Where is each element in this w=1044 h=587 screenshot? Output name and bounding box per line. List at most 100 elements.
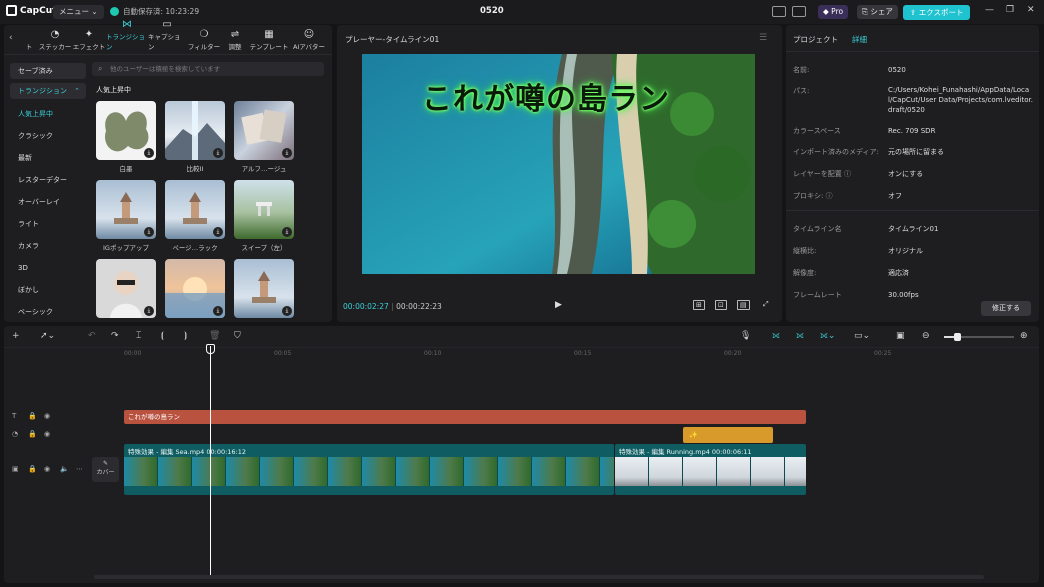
category-item[interactable]: 人気上昇中 bbox=[10, 103, 86, 125]
download-icon[interactable]: ⤓ bbox=[144, 148, 154, 158]
download-icon[interactable]: ⤓ bbox=[282, 148, 292, 158]
timeline-scrollbar[interactable] bbox=[94, 575, 984, 579]
capcut-window: CapCut メニュー ⌄ 自動保存済: 10:23:29 0520 ◆ Pro… bbox=[0, 0, 1044, 587]
thumbnail-label: 比較II bbox=[186, 165, 204, 173]
lock-icon[interactable]: 🔒 bbox=[28, 465, 37, 473]
chevron-left-icon[interactable]: ‹ bbox=[9, 33, 13, 43]
magnet-icon[interactable]: ⟗ bbox=[796, 331, 804, 341]
category-item[interactable]: レスターデター bbox=[10, 169, 86, 191]
split-left-icon[interactable]: ⦗ bbox=[161, 331, 164, 341]
zoom-slider-thumb[interactable] bbox=[954, 333, 961, 341]
download-icon[interactable]: ⤓ bbox=[213, 227, 223, 237]
tab-transition[interactable]: ⋈ トランジション bbox=[106, 19, 148, 54]
download-icon[interactable]: ⤓ bbox=[282, 227, 292, 237]
tab-project[interactable]: プロジェクト bbox=[793, 34, 838, 45]
tab-template[interactable]: ▦ テンプレート bbox=[248, 26, 290, 54]
sticker-clip[interactable]: ✨ bbox=[683, 427, 773, 443]
layout-icon[interactable] bbox=[772, 6, 786, 17]
share-button[interactable]: ⎘ シェア bbox=[857, 5, 898, 19]
shield-icon[interactable]: ⛉ bbox=[234, 331, 241, 341]
search-input[interactable]: ⌕ 他のユーザーは積極を検索しています bbox=[92, 62, 324, 76]
text-clip[interactable]: これが噂の島ラン bbox=[124, 410, 806, 424]
download-icon[interactable]: ⤓ bbox=[144, 306, 154, 316]
project-title: 0520 bbox=[480, 6, 504, 16]
maximize-icon[interactable]: ❐ bbox=[1006, 5, 1014, 15]
category-item[interactable]: 3D bbox=[10, 257, 86, 279]
tab-effect[interactable]: ✦ エフェクト bbox=[72, 26, 106, 54]
link-icon[interactable]: ⟗ bbox=[772, 331, 780, 341]
tab-adjust[interactable]: ⇌ 調整 bbox=[222, 26, 248, 54]
keyboard-icon[interactable] bbox=[792, 6, 806, 17]
eye-icon[interactable]: ◉ bbox=[44, 412, 50, 420]
play-icon[interactable]: ▶ bbox=[555, 300, 562, 310]
tab-caption[interactable]: ▭ キャプション bbox=[148, 19, 186, 54]
thumbnail-compare[interactable]: ⤓ bbox=[165, 101, 225, 160]
thumbnail-sweep-left[interactable]: ⤓ bbox=[234, 180, 294, 239]
zoom-slider[interactable] bbox=[944, 333, 1014, 341]
eye-icon[interactable]: ◉ bbox=[44, 465, 50, 473]
category-item[interactable]: オーバーレイ bbox=[10, 191, 86, 213]
thumbnail-ig-popup[interactable]: ⤓ bbox=[96, 180, 156, 239]
thumbnail-portrait[interactable]: ⤓ bbox=[96, 259, 156, 318]
fullscreen-icon[interactable]: ⤢ bbox=[761, 300, 771, 310]
download-icon[interactable]: ⤓ bbox=[213, 148, 223, 158]
category-item[interactable]: クラシック bbox=[10, 125, 86, 147]
eye-icon[interactable]: ◉ bbox=[44, 430, 50, 438]
video-preview[interactable]: これが噂の島ラン bbox=[362, 54, 755, 274]
download-icon[interactable]: ⤓ bbox=[282, 306, 292, 316]
tab-filter[interactable]: ❍ フィルター bbox=[186, 26, 222, 54]
fit-icon[interactable]: ⊡ bbox=[715, 300, 727, 310]
minimize-icon[interactable]: — bbox=[985, 5, 994, 15]
thumbnail-page-black[interactable]: ⤓ bbox=[165, 180, 225, 239]
preview-axis-icon[interactable]: ▭⌄ bbox=[854, 331, 870, 341]
tab-sticker[interactable]: ◔ ステッカー bbox=[38, 26, 72, 54]
speaker-icon[interactable]: 🔈 bbox=[60, 465, 69, 473]
undo-icon[interactable]: ↶ bbox=[88, 331, 96, 341]
export-button[interactable]: ⇪ エクスポート bbox=[903, 5, 971, 20]
snap-icon[interactable]: ⟗⌄ bbox=[820, 331, 835, 341]
more-icon[interactable]: ⋯ bbox=[76, 465, 83, 473]
cover-button[interactable]: ✎ カバー bbox=[92, 457, 119, 482]
close-icon[interactable]: ✕ bbox=[1027, 5, 1035, 15]
video-clip-sea[interactable]: 特殊効果 - 編集 Sea.mp4 00:00:16:12 bbox=[124, 444, 614, 495]
hamburger-icon[interactable]: ☰ bbox=[759, 33, 767, 43]
caption-icon[interactable]: ▣ bbox=[896, 331, 905, 341]
modify-button[interactable]: 修正する bbox=[981, 301, 1031, 316]
menu-button[interactable]: メニュー ⌄ bbox=[53, 5, 104, 19]
category-item[interactable]: カメラ bbox=[10, 235, 86, 257]
zoom-in-icon[interactable]: ⊕ bbox=[1020, 331, 1028, 341]
thumbnail-label: ページ…ラック bbox=[172, 244, 218, 252]
download-icon[interactable]: ⤓ bbox=[144, 227, 154, 237]
pro-button[interactable]: ◆ Pro bbox=[818, 5, 849, 19]
thumbnail-chalk[interactable]: ⤓ bbox=[96, 101, 156, 160]
category-item[interactable]: ベーシック bbox=[10, 301, 86, 323]
category-item[interactable]: 最新 bbox=[10, 147, 86, 169]
time-ruler[interactable]: 00:00 00:05 00:10 00:15 00:20 00:25 bbox=[122, 348, 1039, 360]
video-clip-running[interactable]: 特殊効果 - 編集 Running.mp4 00:00:06:11 bbox=[615, 444, 806, 495]
category-item[interactable]: ぼかし bbox=[10, 279, 86, 301]
category-transitions[interactable]: トランジション ⌃ bbox=[10, 83, 86, 99]
zoom-out-icon[interactable]: ⊖ bbox=[922, 331, 930, 341]
playhead[interactable] bbox=[210, 346, 211, 576]
category-item[interactable]: ライト bbox=[10, 213, 86, 235]
split-icon[interactable]: ⌶ bbox=[136, 331, 141, 341]
split-right-icon[interactable]: ⦘ bbox=[184, 331, 187, 341]
thumbnail-sunset[interactable]: ⤓ bbox=[165, 259, 225, 318]
lock-icon[interactable]: 🔒 bbox=[28, 430, 37, 438]
delete-icon[interactable]: 🗑 bbox=[209, 331, 220, 341]
redo-icon[interactable]: ↷ bbox=[111, 331, 119, 341]
divider bbox=[786, 210, 1039, 211]
thumbnail-collage[interactable]: ⤓ bbox=[234, 101, 294, 160]
thumbnail-tower[interactable]: ⤓ bbox=[234, 259, 294, 318]
add-icon[interactable]: + bbox=[12, 331, 20, 341]
microphone-icon[interactable]: 🎙 bbox=[740, 331, 751, 341]
select-cursor-icon[interactable]: ➚⌄ bbox=[40, 331, 55, 341]
aspect-ratio-icon[interactable]: ⊞ bbox=[693, 300, 705, 310]
tab-partial[interactable]: ト bbox=[20, 26, 38, 54]
tab-ai-avatar[interactable]: ☺ AIアバター bbox=[290, 26, 328, 54]
category-saved[interactable]: セーブ済み bbox=[10, 63, 86, 79]
download-icon[interactable]: ⤓ bbox=[213, 306, 223, 316]
quality-icon[interactable]: ▤ bbox=[737, 300, 750, 310]
lock-icon[interactable]: 🔒 bbox=[28, 412, 37, 420]
tab-detail[interactable]: 詳細 bbox=[852, 34, 867, 45]
